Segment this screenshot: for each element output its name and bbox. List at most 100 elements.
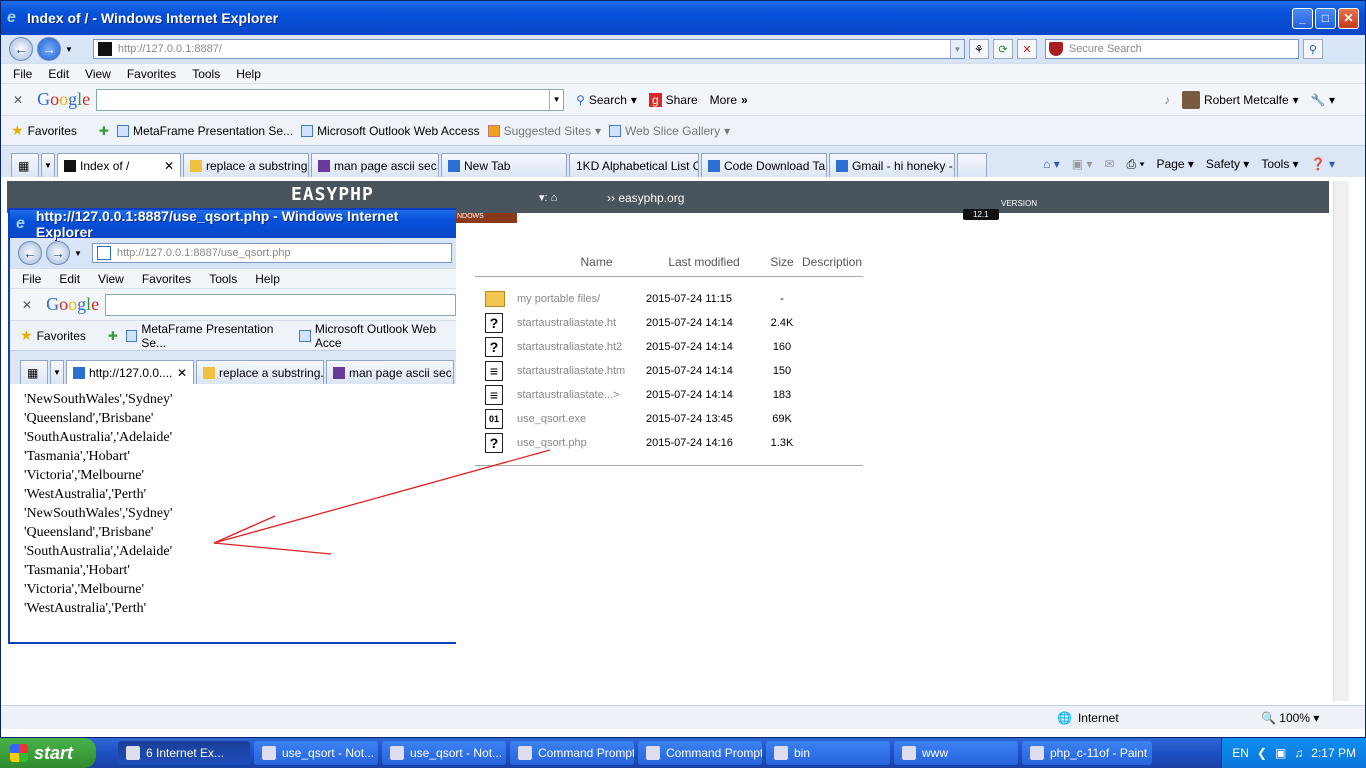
- volume-icon[interactable]: ♫: [1294, 746, 1303, 760]
- add-favorites-icon[interactable]: ✚: [99, 124, 109, 138]
- menu-help[interactable]: Help: [255, 272, 280, 286]
- popup-forward-button[interactable]: →: [46, 241, 70, 265]
- network-icon[interactable]: ▣: [1275, 746, 1286, 760]
- taskbar-button[interactable]: Command Prompt: [510, 741, 634, 765]
- taskbar-button[interactable]: use_qsort - Not...: [382, 741, 506, 765]
- tab-replace-substring[interactable]: replace a substring...: [183, 153, 309, 177]
- history-dropdown-icon[interactable]: ▼: [65, 45, 73, 54]
- language-indicator[interactable]: EN: [1232, 746, 1249, 760]
- header-name[interactable]: Name: [517, 255, 646, 269]
- favorites-button[interactable]: ★ Favorites: [20, 327, 86, 344]
- menu-tools[interactable]: Tools: [192, 67, 220, 81]
- menu-edit[interactable]: Edit: [59, 272, 80, 286]
- maximize-button[interactable]: □: [1315, 7, 1336, 29]
- menu-file[interactable]: File: [13, 67, 32, 81]
- main-titlebar[interactable]: e Index of / - Windows Internet Explorer…: [1, 1, 1365, 35]
- google-search-button[interactable]: ⚲ Search ▾: [576, 93, 637, 107]
- new-tab-button[interactable]: [957, 153, 987, 177]
- google-dropdown-icon[interactable]: ▼: [549, 89, 563, 110]
- file-link[interactable]: startaustraliastate...>: [517, 389, 646, 401]
- tab-gmail[interactable]: Gmail - hi honeky -...: [829, 153, 955, 177]
- menu-help[interactable]: Help: [236, 67, 261, 81]
- tab-alphabetical-list[interactable]: 1KD Alphabetical List O...: [569, 153, 699, 177]
- tab-replace-substring[interactable]: replace a substring...: [196, 360, 324, 384]
- file-link[interactable]: startaustraliastate.ht: [517, 317, 646, 329]
- tab-man-page[interactable]: man page ascii sec...: [311, 153, 439, 177]
- close-toolbar-icon[interactable]: ✕: [22, 298, 32, 312]
- home-nav-icon[interactable]: ▾: ⌂: [539, 191, 557, 204]
- tab-new-tab[interactable]: New Tab: [441, 153, 567, 177]
- menu-view[interactable]: View: [98, 272, 124, 286]
- header-description[interactable]: Description: [802, 255, 863, 269]
- file-link[interactable]: use_qsort.exe: [517, 413, 646, 425]
- add-favorites-icon[interactable]: ✚: [108, 329, 118, 343]
- tray-arrow-icon[interactable]: ❮: [1257, 746, 1267, 760]
- file-link[interactable]: my portable files/: [517, 293, 646, 305]
- stop-icon[interactable]: ✕: [1016, 39, 1037, 59]
- address-dropdown-icon[interactable]: ▼: [949, 40, 964, 58]
- back-button[interactable]: ←: [9, 37, 33, 61]
- minimize-button[interactable]: _: [1292, 7, 1313, 29]
- notification-bell-icon[interactable]: ♪: [1164, 93, 1170, 107]
- quick-tabs-button[interactable]: ▦: [20, 360, 48, 384]
- home-icon[interactable]: ⌂ ▾: [1043, 157, 1060, 171]
- tools-menu[interactable]: Tools ▾: [1261, 157, 1298, 171]
- file-link[interactable]: use_qsort.php: [517, 437, 646, 449]
- search-input[interactable]: Secure Search: [1044, 39, 1299, 59]
- user-account[interactable]: Robert Metcalfe ▾: [1181, 90, 1299, 109]
- file-link[interactable]: startaustraliastate.htm: [517, 365, 646, 377]
- fav-link-suggested-sites[interactable]: Suggested Sites ▾: [487, 124, 601, 138]
- taskbar-button[interactable]: 6 Internet Ex...: [118, 741, 250, 765]
- menu-file[interactable]: File: [22, 272, 41, 286]
- popup-back-button[interactable]: ←: [18, 241, 42, 265]
- forward-button[interactable]: →: [37, 37, 61, 61]
- popup-titlebar[interactable]: e http://127.0.0.1:8887/use_qsort.php - …: [10, 210, 456, 240]
- print-icon[interactable]: ⎙ ▾: [1127, 157, 1145, 172]
- refresh-icon[interactable]: ⟳: [992, 39, 1013, 59]
- close-toolbar-icon[interactable]: ✕: [13, 93, 23, 107]
- taskbar-button[interactable]: use_qsort - Not...: [254, 741, 378, 765]
- start-button[interactable]: start: [0, 738, 96, 768]
- tab-index[interactable]: Index of / ✕: [57, 153, 181, 177]
- zoom-level[interactable]: 🔍 100% ▾: [1261, 711, 1319, 725]
- menu-favorites[interactable]: Favorites: [127, 67, 176, 81]
- fav-link-metaframe[interactable]: MetaFrame Presentation Se...: [116, 124, 293, 138]
- windows-tab[interactable]: NDOWS: [453, 213, 517, 223]
- easyphp-org-link[interactable]: ›› easyphp.org: [607, 191, 684, 205]
- menu-edit[interactable]: Edit: [48, 67, 69, 81]
- header-size[interactable]: Size: [762, 255, 802, 269]
- wrench-icon[interactable]: 🔧 ▾: [1311, 93, 1335, 107]
- search-go-icon[interactable]: ⚲: [1302, 39, 1323, 59]
- fav-link-outlook[interactable]: Microsoft Outlook Web Access: [301, 124, 480, 138]
- menu-view[interactable]: View: [85, 67, 111, 81]
- taskbar-button[interactable]: php_c-11of - Paint: [1022, 741, 1152, 765]
- help-icon[interactable]: ❓ ▾: [1311, 157, 1335, 171]
- tab-code-download[interactable]: Code Download Ta...: [701, 153, 827, 177]
- tab-use-qsort[interactable]: http://127.0.0.... ✕: [66, 360, 194, 384]
- fav-link-metaframe[interactable]: MetaFrame Presentation Se...: [125, 322, 292, 350]
- file-link[interactable]: startaustraliastate.ht2: [517, 341, 646, 353]
- page-menu[interactable]: Page ▾: [1157, 157, 1194, 171]
- taskbar-button[interactable]: bin: [766, 741, 890, 765]
- popup-history-dropdown-icon[interactable]: ▼: [74, 249, 82, 258]
- taskbar-button[interactable]: www: [894, 741, 1018, 765]
- popup-address-bar[interactable]: http://127.0.0.1:8887/use_qsort.php: [91, 243, 452, 263]
- favorites-button[interactable]: ★ Favorites: [11, 122, 77, 139]
- fav-link-web-slice-gallery[interactable]: Web Slice Gallery ▾: [609, 124, 730, 138]
- tab-man-page[interactable]: man page ascii sec...: [326, 360, 454, 384]
- header-modified[interactable]: Last modified: [646, 255, 762, 269]
- menu-tools[interactable]: Tools: [209, 272, 237, 286]
- popup-google-search-input[interactable]: [105, 293, 456, 316]
- taskbar-button[interactable]: Command Prompt: [638, 741, 762, 765]
- google-search-input[interactable]: ▼: [96, 88, 565, 111]
- feeds-icon[interactable]: ▣ ▾: [1072, 157, 1093, 171]
- close-tab-icon[interactable]: ✕: [177, 366, 187, 380]
- menu-favorites[interactable]: Favorites: [142, 272, 191, 286]
- close-tab-icon[interactable]: ✕: [164, 159, 174, 173]
- address-bar[interactable]: http://127.0.0.1:8887/ ▼: [92, 39, 965, 59]
- clock[interactable]: 2:17 PM: [1311, 746, 1356, 760]
- tab-list-dropdown[interactable]: ▼: [41, 153, 55, 177]
- close-button[interactable]: ✕: [1338, 7, 1359, 29]
- tab-list-dropdown[interactable]: ▼: [50, 360, 64, 384]
- google-share-button[interactable]: g Share: [648, 92, 698, 107]
